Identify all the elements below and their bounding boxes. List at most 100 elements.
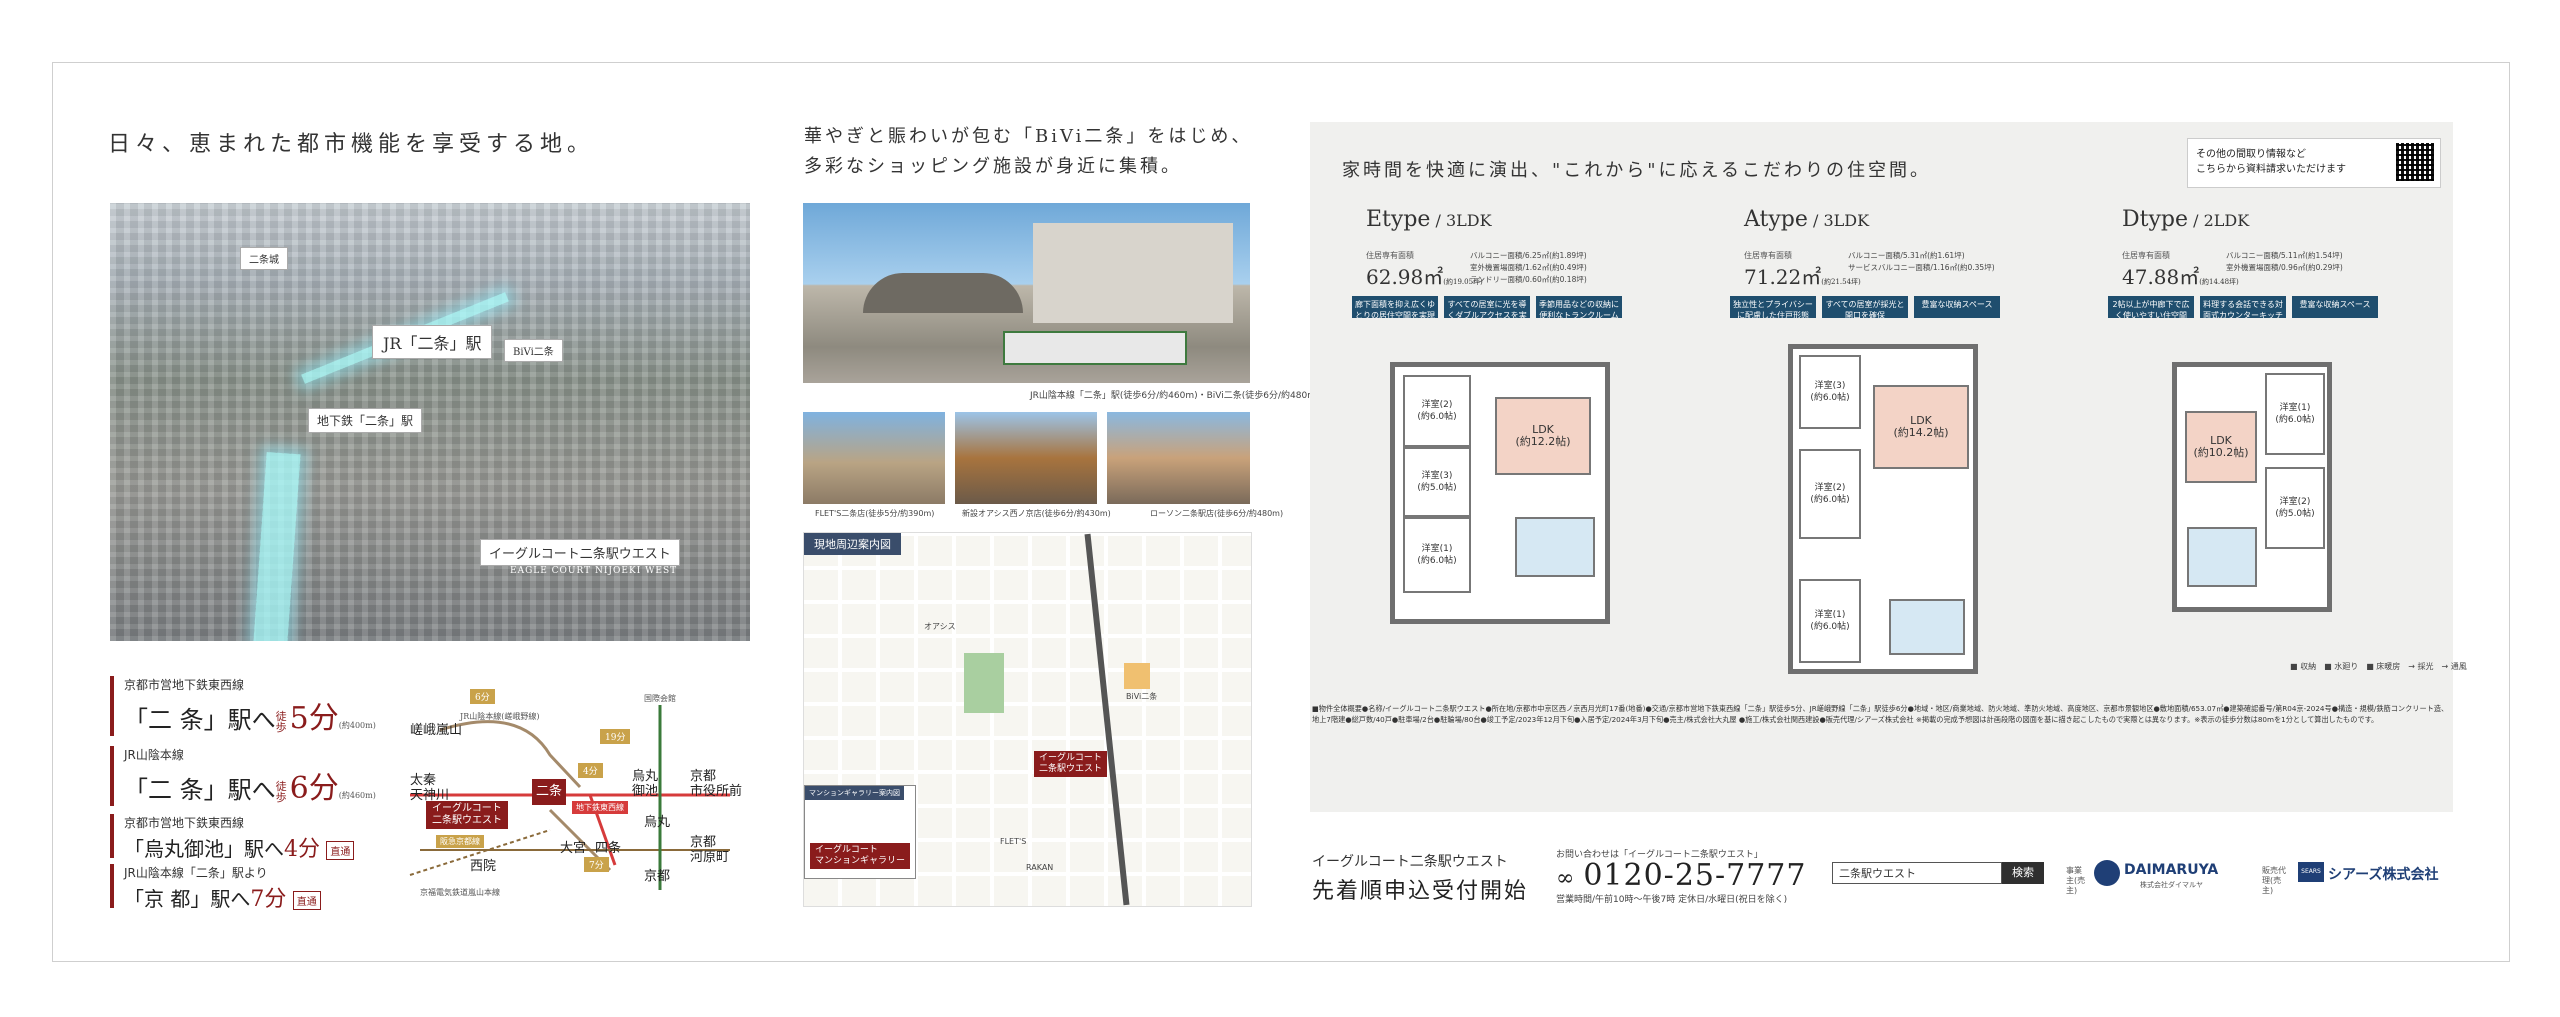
room-bath [2187, 527, 2257, 587]
time-badge-19: 19分 [600, 729, 631, 744]
photo-caption-3: ローソン二条駅店(徒歩6分/約480m) [1150, 509, 1284, 518]
photo-lawson [1107, 412, 1250, 504]
room-western-2: 洋室(2) (約6.0帖) [1403, 375, 1471, 447]
label-property: イーグルコート二条駅ウエスト [480, 539, 680, 566]
plan-d-drawing: 洋室(1) (約6.0帖) 洋室(2) (約5.0帖) LDK (約10.2帖) [2172, 362, 2332, 612]
route-property-tag: イーグルコート 二条駅ウエスト [426, 801, 508, 829]
area-tsubo: (約14.48坪) [2199, 278, 2239, 286]
detail-line: 室外機置場面積/0.96㎡(約0.29坪) [2226, 263, 2343, 272]
qr-box[interactable]: その他の間取り情報などこちらから資料請求いただけます [2187, 138, 2441, 188]
qr-text-2: こちらから資料請求いただけます [2196, 164, 2346, 175]
plan-e-area: 住居専有面積 62.98㎡(約19.05坪) [1366, 250, 1483, 290]
seller-sub: 株式会社ダイマルヤ [2140, 881, 2203, 889]
direct-badge: 直通 [326, 841, 355, 860]
freedial-icon: ∞ [1556, 866, 1584, 891]
plan-type: Atype [1744, 207, 1808, 232]
sales-headline: 先着順申込受付開始 [1312, 879, 1529, 904]
room-ldk: LDK (約12.2帖) [1495, 397, 1591, 475]
plan-a-feature-2: すべての居室が採光と開口を確保 [1822, 296, 1908, 318]
access-station: 「二 条」駅へ [124, 776, 276, 804]
access-minutes: 4分 [284, 837, 320, 862]
search-input[interactable]: 二条駅ウエスト [1832, 862, 2002, 884]
photo-caption-2: 新設オアシス西ノ京店(徒歩6分/約430m) [962, 509, 1111, 518]
time-badge-7: 7分 [584, 857, 609, 872]
station-kyoto: 京都 [644, 869, 671, 884]
area-label: 住居専有面積 [2122, 251, 2170, 260]
station-shijo: 四条 [595, 841, 622, 856]
photo-bivi-station [803, 203, 1250, 383]
access-line: JR山陰本線「二条」駅より [124, 866, 268, 880]
map-label-flets: FLET'S [1000, 837, 1027, 846]
plan-a-area: 住居専有面積 71.22㎡(約21.54坪) [1744, 250, 1861, 290]
agent-name: シアーズ株式会社 [2328, 867, 2439, 883]
bivi-marker [1124, 663, 1150, 689]
gallery-inset-title: マンションギャラリー案内図 [805, 786, 904, 800]
plan-e-feature-3: 季節用品などの収納に便利なトランクルーム [1536, 296, 1622, 318]
station-omiya: 大宮 [560, 841, 587, 856]
bivi-building [1033, 223, 1233, 323]
detail-line: サービスバルコニー面積/1.16㎡(約0.35坪) [1848, 263, 1995, 272]
agent-label: 販売代理(売主) [2262, 866, 2286, 895]
photo-caption-1: FLET'S二条店(徒歩5分/約390m) [815, 509, 935, 518]
buses [1003, 331, 1187, 365]
seller-name: DAIMARUYA [2124, 862, 2219, 878]
room-bath [1889, 599, 1965, 655]
plan-e-drawing: 洋室(2) (約6.0帖) 洋室(3) (約5.0帖) 洋室(1) (約6.0帖… [1390, 362, 1610, 624]
plan-type: Etype [1366, 207, 1431, 232]
detail-line: バルコニー面積/5.31㎡(約1.61坪) [1848, 251, 1965, 260]
plan-layout: 3LDK [1823, 211, 1870, 230]
room-western-1: 洋室(1) (約6.0帖) [1403, 517, 1471, 593]
station-saga: 嵯峨嵐山 [410, 723, 463, 738]
tozai-label: 地下鉄東西線 [572, 801, 628, 814]
aerial-photo: 二条城 JR「二条」駅 BiVi二条 地下鉄「二条」駅 イーグルコート二条駅ウエ… [110, 203, 750, 641]
plan-a-feature-1: 独立性とプライバシーに配慮した住戸形態 [1730, 296, 1816, 318]
area-value: 71.22㎡ [1744, 265, 1822, 289]
fine-print: ■物件全体概要●名称/イーグルコート二条駅ウエスト●所在地/京都市中京区西ノ京西… [1312, 704, 2449, 724]
plan-layout: 2LDK [2203, 211, 2250, 230]
property-name: イーグルコート二条駅ウエスト [1312, 854, 1508, 870]
room-western-2: 洋室(2) (約6.0帖) [1799, 449, 1861, 539]
access-note: (約400m) [338, 721, 376, 730]
qr-text-1: その他の間取り情報など [2196, 149, 2306, 160]
label-jr-nijo: JR「二条」駅 [372, 325, 493, 359]
access-line: JR山陰本線 [124, 748, 184, 762]
panel1-heading: 日々、恵まれた都市機能を享受する地。 [108, 132, 595, 157]
room-western-1: 洋室(1) (約6.0帖) [2265, 373, 2325, 455]
map-label-oasis: オアシス [924, 622, 956, 631]
room-bath [1515, 517, 1595, 577]
randen-label: 京福電気鉄道嵐山本線 [420, 888, 500, 897]
station-karasuma: 烏丸 [644, 815, 671, 830]
access-station: 「烏丸御池」駅へ [124, 837, 284, 861]
access-row-3: 京都市営地下鉄東西線 「烏丸御池」駅へ4分 直通 [110, 814, 355, 862]
room-western-2: 洋室(2) (約5.0帖) [2265, 467, 2325, 549]
detail-line: 室外機置場面積/1.62㎡(約0.49坪) [1470, 263, 1587, 272]
plan-type: Dtype [2122, 207, 2189, 232]
detail-line: ランドリー面積/0.60㎡(約0.18坪) [1470, 275, 1587, 284]
area-label: 住居専有面積 [1744, 251, 1792, 260]
access-minutes: 6分 [289, 771, 339, 806]
panel2-heading-2: 多彩なショッピング施設が身近に集積。 [804, 156, 1182, 177]
plan-legend: ■ 収納 ■ 水廻り ■ 床暖房 → 採光 → 通風 [2290, 662, 2467, 671]
station-roof [863, 273, 1023, 313]
access-walk: 徒歩 [275, 709, 287, 734]
plan-d-feature-2: 料理する会話できる対面式カウンターキッチン [2200, 296, 2286, 318]
access-row-1: 京都市営地下鉄東西線 「二 条」駅へ徒歩 5分(約400m) [110, 676, 376, 736]
panel3-heading: 家時間を快適に演出、"これから"に応えるこだわりの住空間。 [1342, 160, 1932, 181]
station-uzumasa: 太秦 天神川 [410, 773, 450, 803]
station-kokusaikaikan: 国際会館 [644, 694, 676, 703]
plan-d-details: バルコニー面積/5.11㎡(約1.54坪) 室外機置場面積/0.96㎡(約0.29… [2226, 250, 2343, 274]
daimaruya-logo-icon [2094, 860, 2120, 886]
tel-value: 0120-25-7777 [1583, 858, 1807, 893]
route-map: 嵯峨嵐山 JR山陰本線(嵯峨野線) 太秦 天神川 二条 イーグルコート 二条駅ウ… [400, 685, 750, 903]
search-button[interactable]: 検索 [2002, 862, 2044, 884]
station-shiyakusho: 京都 市役所前 [690, 769, 743, 799]
qr-code-icon[interactable] [2396, 143, 2434, 181]
label-bivi: BiVi二条 [504, 339, 563, 362]
tel-number[interactable]: ∞ 0120-25-7777 [1556, 858, 1806, 893]
direct-badge: 直通 [292, 891, 321, 910]
label-nijojo: 二条城 [240, 247, 288, 270]
room-western-1: 洋室(1) (約6.0帖) [1799, 579, 1861, 663]
access-line: 京都市営地下鉄東西線 [124, 678, 245, 692]
access-minutes: 5分 [289, 701, 339, 736]
room-ldk: LDK (約10.2帖) [2185, 411, 2257, 483]
